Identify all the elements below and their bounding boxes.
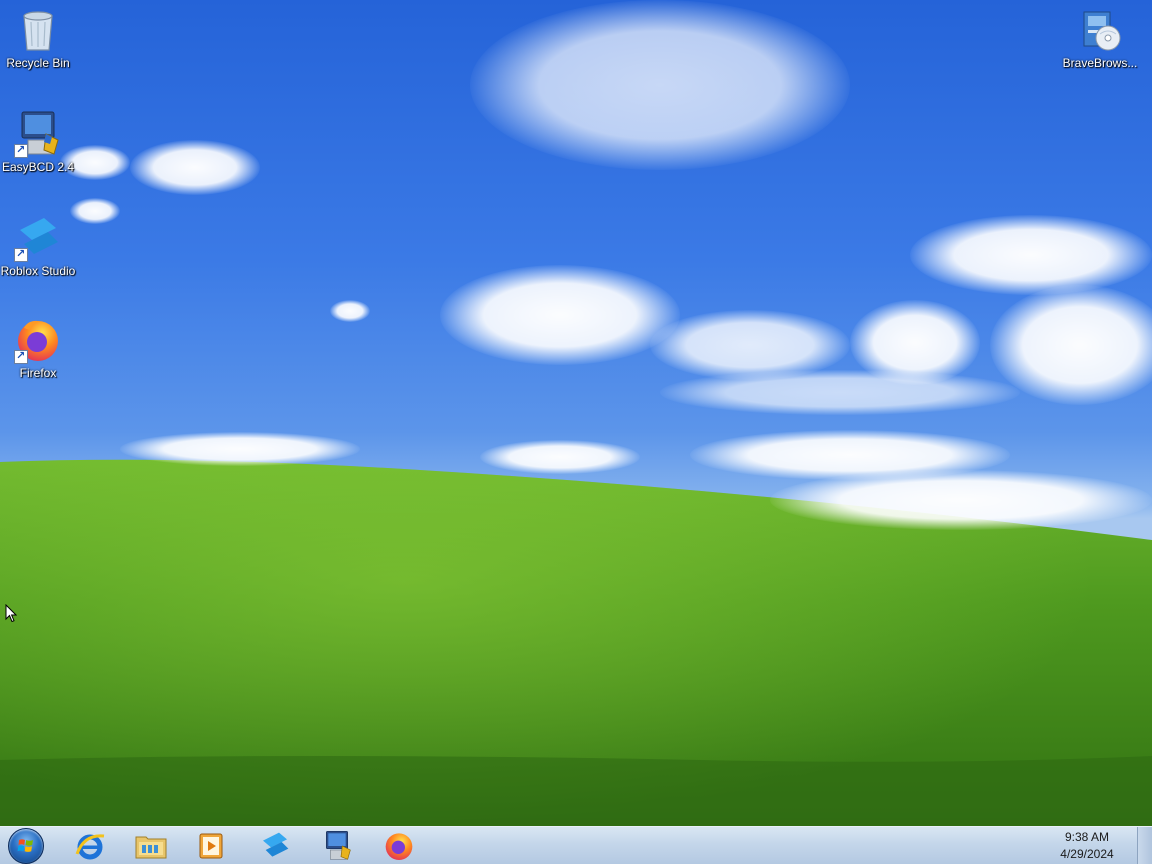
firefox-icon — [385, 833, 413, 860]
desktop-icon-label: EasyBCD 2.4 — [1, 160, 75, 174]
roblox-studio-icon — [263, 832, 289, 857]
shortcut-arrow-icon — [14, 349, 28, 364]
mouse-cursor-icon — [5, 604, 17, 623]
taskbar-roblox-studio[interactable] — [247, 828, 303, 864]
taskbar-firefox[interactable] — [371, 828, 427, 864]
taskbar-file-explorer[interactable] — [123, 828, 179, 864]
internet-explorer-icon — [75, 834, 105, 860]
windows-logo-icon — [8, 828, 44, 864]
cloud — [70, 198, 120, 224]
shortcut-arrow-icon — [14, 143, 28, 158]
cloud — [120, 432, 360, 466]
cloud — [130, 140, 260, 195]
taskbar-internet-explorer[interactable] — [62, 828, 118, 864]
desktop-icon-roblox-studio[interactable]: Roblox Studio — [0, 214, 76, 279]
desktop-icon-label: Recycle Bin — [6, 56, 70, 70]
desktop-icon-label: BraveBrows... — [1062, 56, 1138, 70]
desktop-icon-label: Firefox — [19, 366, 57, 380]
desktop-icon-easybcd[interactable]: EasyBCD 2.4 — [0, 110, 76, 175]
roblox-studio-icon — [14, 214, 62, 262]
desktop-icon-firefox[interactable]: Firefox — [0, 316, 76, 381]
cloud — [470, 0, 850, 170]
taskbar-media-player[interactable] — [183, 828, 239, 864]
easybcd-icon — [14, 110, 62, 158]
cloud — [330, 300, 370, 322]
recycle-bin-icon — [14, 6, 62, 54]
show-desktop-button[interactable] — [1137, 827, 1152, 864]
easybcd-icon — [326, 831, 351, 860]
shortcut-arrow-icon — [14, 247, 28, 262]
taskbar-clock[interactable]: 9:38 AM 4/29/2024 — [1052, 829, 1122, 863]
start-button[interactable] — [6, 827, 46, 864]
cloud — [660, 370, 1020, 415]
clock-date: 4/29/2024 — [1060, 847, 1114, 861]
taskbar-easybcd[interactable] — [309, 828, 365, 864]
desktop-icon-recycle-bin[interactable]: Recycle Bin — [0, 6, 76, 71]
brave-installer-icon — [1076, 6, 1124, 54]
taskbar: 9:38 AM 4/29/2024 — [0, 826, 1152, 864]
file-explorer-icon — [135, 836, 167, 859]
media-player-icon — [199, 833, 223, 859]
cloud — [910, 215, 1152, 295]
desktop-icon-brave-installer[interactable]: BraveBrows... — [1062, 6, 1138, 71]
firefox-icon — [14, 316, 62, 364]
cloud — [770, 470, 1152, 530]
desktop[interactable]: Recycle Bin EasyBCD 2.4 Roblox Studio — [0, 0, 1152, 864]
clock-time: 9:38 AM — [1064, 830, 1110, 844]
cloud — [480, 440, 640, 474]
desktop-icon-label: Roblox Studio — [0, 264, 76, 278]
cloud — [440, 265, 680, 365]
